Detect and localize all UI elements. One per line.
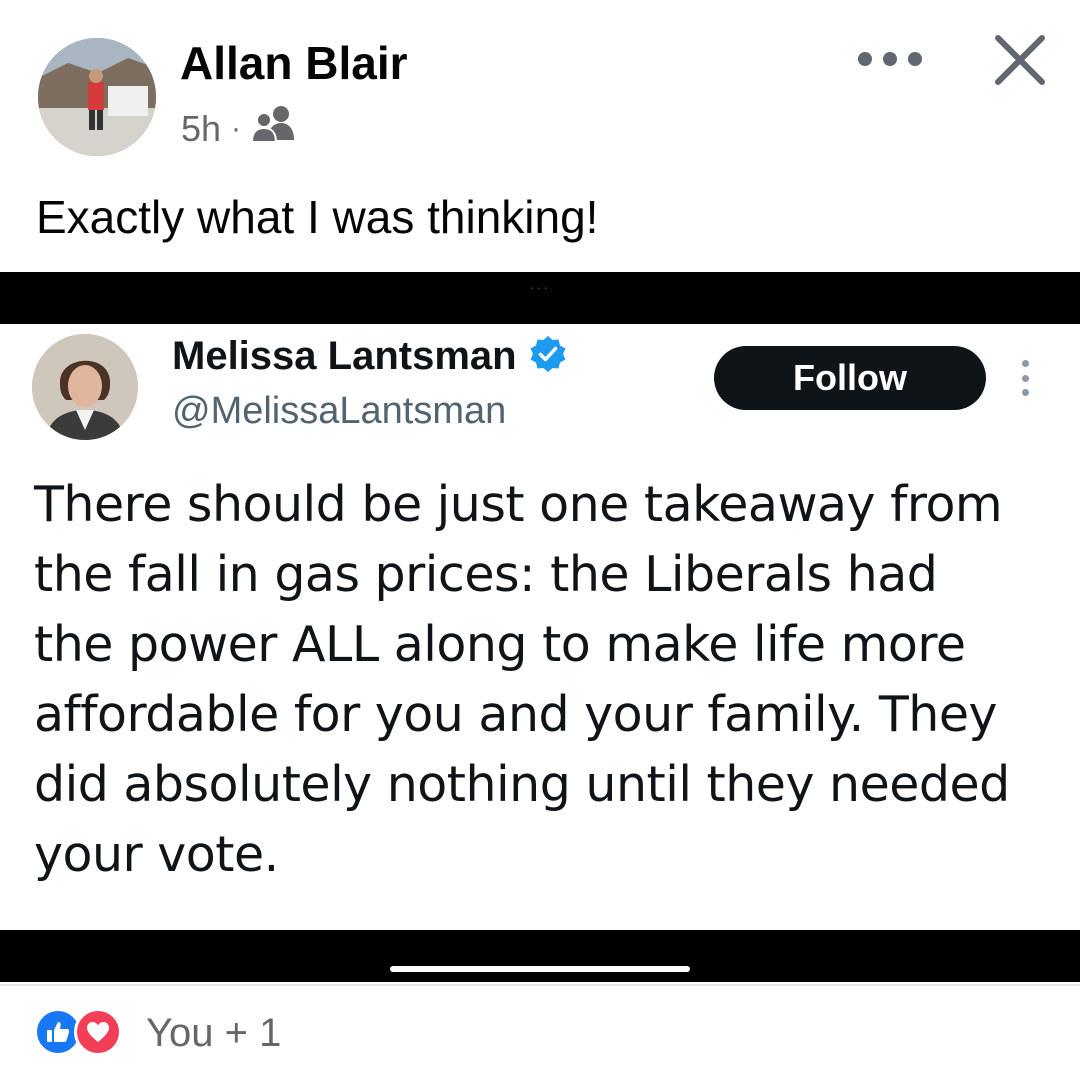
tweet-text: There should be just one takeaway from t…	[34, 470, 1054, 890]
tweet-text-line: affordable for you and your family. They	[34, 686, 997, 743]
tweet-more-icon	[1020, 360, 1030, 396]
meta-separator: ·	[231, 111, 242, 145]
image-top-dots: ···	[530, 279, 550, 295]
dot-icon	[883, 52, 897, 66]
love-icon	[74, 1008, 122, 1056]
tweet-author-name: Melissa Lantsman	[172, 334, 517, 378]
more-options-button[interactable]	[858, 44, 922, 74]
post-time[interactable]: 5h	[181, 108, 221, 150]
tweet-author-avatar	[32, 334, 138, 440]
author-avatar[interactable]	[38, 38, 156, 156]
reaction-icons	[34, 1008, 134, 1058]
reaction-count: You + 1	[146, 1010, 282, 1055]
dot-icon	[908, 52, 922, 66]
tweet-author-row: Melissa Lantsman	[172, 334, 567, 379]
tweet-text-line: your vote.	[34, 826, 279, 883]
verified-badge-icon	[529, 335, 567, 378]
tweet-text-line: the power ALL along to make life more	[34, 616, 966, 673]
dot-icon	[858, 52, 872, 66]
close-icon[interactable]	[990, 30, 1050, 90]
tweet-author-handle: @MelissaLantsman	[172, 390, 507, 432]
reactions-divider	[0, 984, 1080, 986]
post-text: Exactly what I was thinking!	[36, 191, 599, 243]
follow-button: Follow	[714, 346, 986, 410]
friends-icon[interactable]	[251, 104, 297, 153]
tweet-text-line: There should be just one takeaway from	[34, 476, 1003, 533]
home-indicator-bar	[390, 966, 690, 972]
post-meta: 5h ·	[181, 104, 297, 153]
author-name[interactable]: Allan Blair	[180, 36, 408, 90]
reactions-summary[interactable]: You + 1	[34, 1008, 281, 1058]
tweet-text-line: the fall in gas prices: the Liberals had	[34, 546, 938, 603]
tweet-text-line: did absolutely nothing until they needed	[34, 756, 1010, 813]
